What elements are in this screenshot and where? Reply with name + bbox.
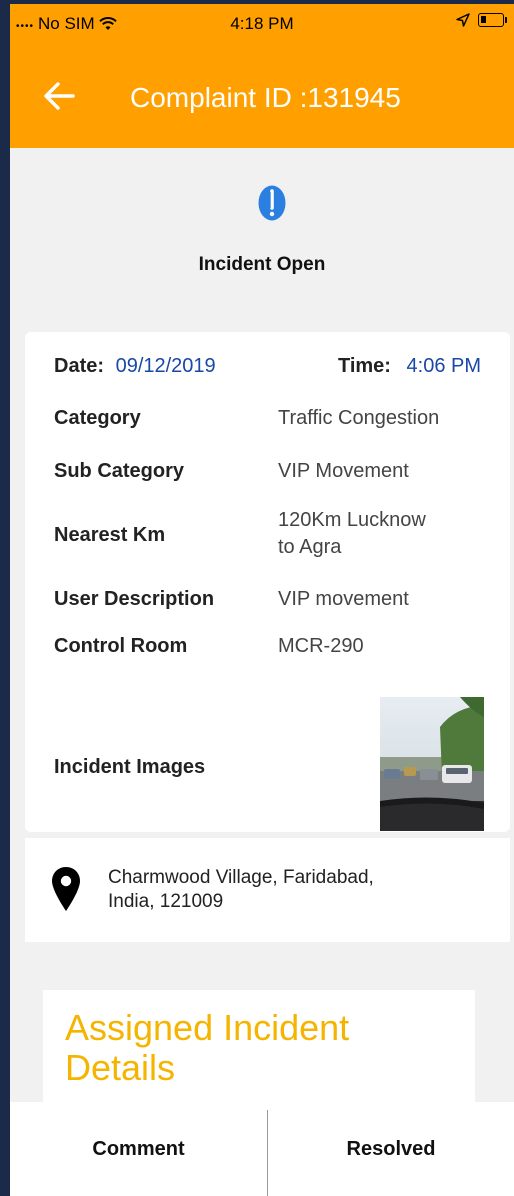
status-right: [456, 13, 507, 27]
date-value: 09/12/2019: [115, 355, 216, 377]
left-edge: [0, 0, 10, 1196]
comment-button[interactable]: Comment: [10, 1102, 267, 1196]
category-label: Category: [54, 407, 141, 429]
back-button[interactable]: [40, 76, 80, 116]
nearest-km-value: 120Km Lucknow to Agra: [278, 507, 426, 561]
location-arrow-icon: [456, 13, 470, 27]
bottom-action-bar: Comment Resolved: [10, 1102, 514, 1196]
back-arrow-icon: [44, 82, 75, 110]
address-line2: India, 121009: [108, 891, 224, 912]
assigned-title-line1: Assigned Incident: [65, 1007, 350, 1048]
category-value: Traffic Congestion: [278, 407, 440, 429]
control-room-value: MCR-290: [278, 635, 364, 657]
map-pin-icon: [52, 867, 80, 911]
nearest-km-value-line1: 120Km Lucknow: [278, 509, 426, 531]
time-label: Time:: [337, 355, 391, 377]
control-room-label: Control Room: [54, 635, 188, 657]
address-text: Charmwood Village, Faridabad, India, 121…: [108, 866, 374, 914]
app-header: Complaint ID :131945: [10, 46, 514, 148]
traffic-photo: [380, 697, 484, 831]
nearest-km-value-line2: to Agra: [278, 536, 342, 558]
assigned-title-line2: Details: [65, 1047, 176, 1088]
date-label: Date:: [54, 355, 105, 377]
nearest-km-label: Nearest Km: [54, 524, 166, 546]
assigned-incident-card: Assigned Incident Details: [43, 990, 475, 1120]
date-row: Date: 09/12/2019: [54, 355, 216, 378]
incident-details-card: Date: 09/12/2019 Time: 4:06 PM Category …: [25, 332, 510, 832]
resolved-button[interactable]: Resolved: [268, 1102, 514, 1196]
time-row: Time: 4:06 PM: [338, 355, 481, 378]
status-bar: •••• No SIM 4:18 PM: [10, 4, 514, 46]
incident-status-label: Incident Open: [198, 254, 326, 275]
page-title: Complaint ID :131945: [130, 82, 401, 113]
status-time: 4:18 PM: [230, 14, 294, 33]
incident-images-label: Incident Images: [54, 756, 206, 778]
incident-image-thumbnail[interactable]: [380, 697, 484, 831]
complaint-detail-screen: •••• No SIM 4:18 PM Complaint ID :131945: [0, 0, 514, 1196]
sub-category-label: Sub Category: [54, 460, 185, 482]
incident-status-area: Incident Open: [10, 148, 514, 328]
alert-info-icon: [258, 185, 286, 221]
battery-icon: [478, 13, 507, 27]
user-description-label: User Description: [54, 588, 215, 610]
location-card: Charmwood Village, Faridabad, India, 121…: [25, 838, 510, 942]
time-value: 4:06 PM: [406, 355, 481, 377]
user-description-value: VIP movement: [278, 588, 409, 610]
address-line1: Charmwood Village, Faridabad,: [108, 867, 374, 888]
assigned-incident-title: Assigned Incident Details: [65, 1008, 349, 1088]
sub-category-value: VIP Movement: [278, 460, 409, 482]
